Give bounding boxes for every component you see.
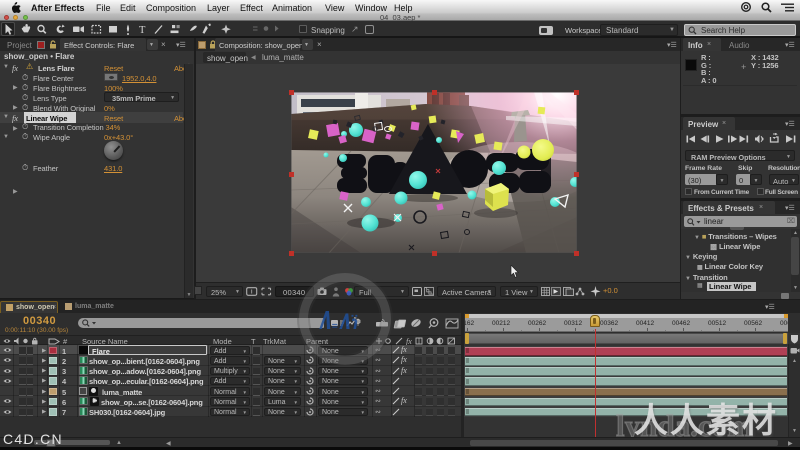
svg-text:T: T (139, 25, 146, 36)
